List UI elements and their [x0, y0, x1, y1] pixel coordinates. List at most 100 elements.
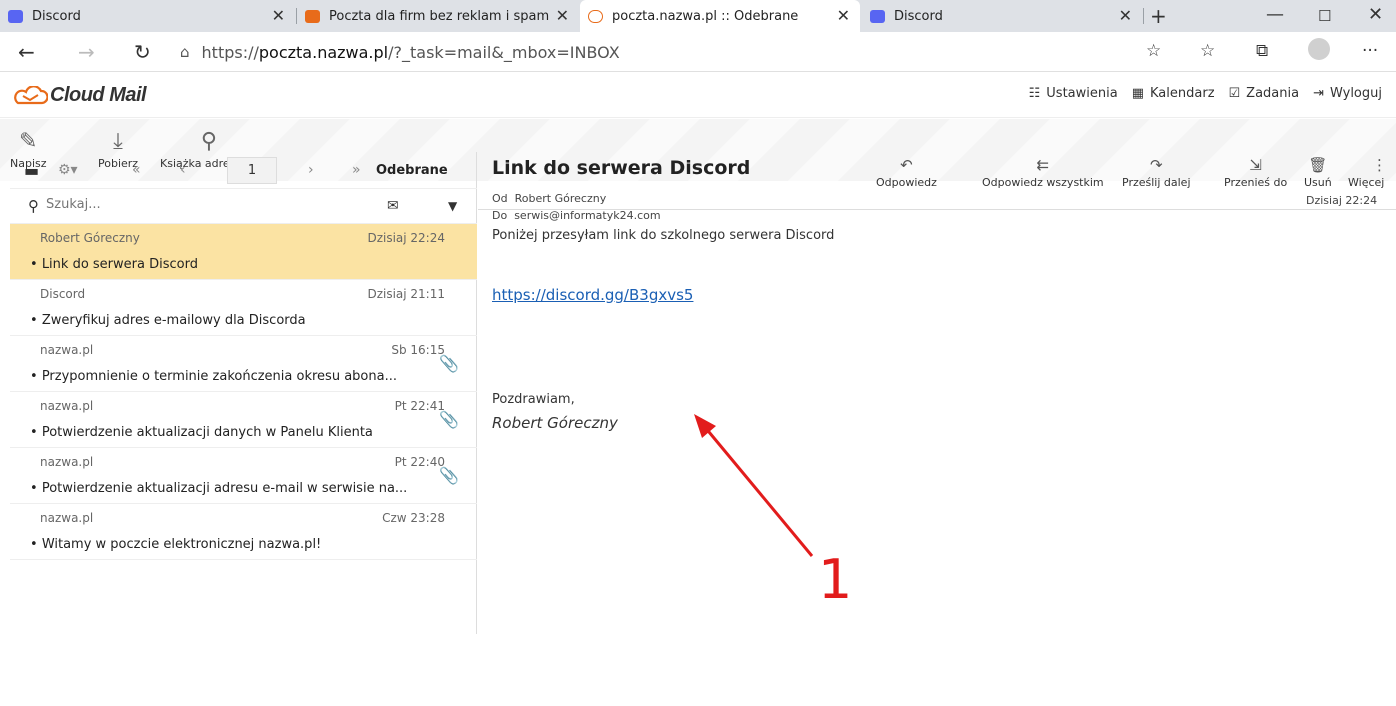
reply-icon: ↶	[900, 156, 913, 174]
tab-title: Discord	[894, 8, 943, 24]
message-row[interactable]: nazwa.pl Sb 16:15 • Przypomnienie o term…	[10, 336, 477, 392]
reply-all-button[interactable]: ⇇ Odpowiedz wszystkim	[982, 156, 1104, 189]
logout-link[interactable]: ⇥ Wyloguj	[1313, 86, 1382, 101]
subject-text: Witamy w poczcie elektronicznej nazwa.pl…	[41, 537, 322, 552]
discord-favicon-icon	[870, 10, 885, 23]
back-icon[interactable]: ←	[18, 40, 35, 64]
delete-button[interactable]: 🗑 Usuń	[1304, 156, 1332, 189]
browser-tab-discord-2[interactable]: Discord ✕	[862, 0, 1142, 32]
tasks-icon: ☑	[1228, 86, 1241, 101]
forward-icon: ↷	[1149, 156, 1163, 174]
calendar-icon: ▦	[1131, 86, 1145, 101]
favorite-star-icon[interactable]: ☆	[1146, 41, 1161, 61]
to-label: Do	[492, 209, 508, 222]
tasks-label: Zadania	[1246, 86, 1300, 101]
profile-avatar-icon[interactable]	[1308, 38, 1330, 60]
message-body-text: Poniżej przesyłam link do szkolnego serw…	[492, 228, 835, 243]
message-list-pane: ▬ ⚙▾ « ‹ 1 › » Odebrane ⚲ ✉ ▼ Robert Gór…	[10, 152, 477, 634]
url-field[interactable]: ⌂ https://poczta.nazwa.pl/?_task=mail&_m…	[180, 38, 1180, 66]
search-icon[interactable]: ⚲	[28, 197, 39, 215]
discord-favicon-icon	[8, 10, 23, 23]
first-page-icon[interactable]: «	[132, 162, 141, 178]
from-line: Od Robert Góreczny	[492, 192, 606, 205]
close-icon[interactable]: ✕	[556, 6, 569, 25]
maximize-icon[interactable]: ☐	[1318, 7, 1331, 25]
cloud-mail-logo[interactable]: Cloud Mail	[14, 84, 147, 107]
message-row[interactable]: Discord Dzisiaj 21:11 • Zweryfikuj adres…	[10, 280, 477, 336]
message-from: Robert Góreczny	[40, 231, 140, 245]
attachment-icon: 📎	[439, 354, 459, 373]
message-date: Czw 23:28	[382, 511, 445, 525]
logout-label: Wyloguj	[1330, 86, 1382, 101]
nazwa-favicon-icon	[305, 10, 320, 23]
page-number[interactable]: 1	[227, 157, 277, 184]
minimize-icon[interactable]: —	[1266, 4, 1284, 25]
attachment-icon: 📎	[439, 410, 459, 429]
to-value[interactable]: serwis@informatyk24.com	[514, 209, 660, 222]
message-subject: • Potwierdzenie aktualizacji adresu e-ma…	[30, 481, 408, 496]
message-row[interactable]: nazwa.pl Pt 22:41 • Potwierdzenie aktual…	[10, 392, 477, 448]
browser-tab-odebrane[interactable]: poczta.nazwa.pl :: Odebrane ✕	[580, 0, 860, 32]
envelope-filter-icon[interactable]: ✉	[387, 198, 399, 214]
message-date: Dzisiaj 22:24	[367, 231, 445, 245]
refresh-icon[interactable]: ↻	[134, 40, 151, 64]
settings-link[interactable]: ☷ Ustawienia	[1029, 86, 1118, 101]
browser-tab-poczta[interactable]: Poczta dla firm bez reklam i spam ✕	[297, 0, 579, 32]
cloud-favicon-icon	[588, 10, 603, 23]
chevron-down-icon[interactable]: ▼	[448, 199, 457, 213]
browser-addressbar: ← → ↻ ⌂ https://poczta.nazwa.pl/?_task=m…	[0, 32, 1396, 72]
reply-all-icon: ⇇	[1036, 156, 1050, 174]
favorites-list-icon[interactable]: ☆	[1200, 41, 1215, 61]
url-path: /?_task=mail&_mbox=INBOX	[388, 42, 620, 62]
message-subject: • Potwierdzenie aktualizacji danych w Pa…	[30, 425, 373, 440]
message-date: Dzisiaj 22:24	[1306, 194, 1378, 207]
message-title: Link do serwera Discord	[492, 157, 751, 179]
discord-invite-link[interactable]: https://discord.gg/B3gxvs5	[492, 286, 693, 304]
message-row[interactable]: Robert Góreczny Dzisiaj 22:24 • Link do …	[10, 224, 477, 280]
message-from: nazwa.pl	[40, 455, 94, 469]
from-value[interactable]: Robert Góreczny	[515, 192, 607, 205]
tasks-link[interactable]: ☑ Zadania	[1229, 86, 1300, 101]
more-button[interactable]: ⋮ Więcej	[1344, 156, 1396, 189]
next-page-icon[interactable]: ›	[308, 162, 314, 178]
list-options-icon[interactable]: ⚙▾	[58, 162, 78, 178]
search-input[interactable]	[46, 197, 346, 212]
lock-icon: ⌂	[180, 43, 190, 61]
message-row[interactable]: nazwa.pl Czw 23:28 • Witamy w poczcie el…	[10, 504, 477, 560]
prev-page-icon[interactable]: ‹	[180, 162, 186, 178]
message-date: Dzisiaj 21:11	[367, 287, 445, 301]
close-icon[interactable]: ✕	[1119, 6, 1132, 25]
window-close-icon[interactable]: ✕	[1368, 4, 1383, 25]
move-button[interactable]: ⇲ Przenieś do	[1224, 156, 1287, 189]
more-options-icon[interactable]: ···	[1362, 41, 1378, 61]
folder-name: Odebrane	[376, 162, 448, 178]
move-to-icon: ⇲	[1249, 156, 1262, 174]
calendar-label: Kalendarz	[1150, 86, 1215, 101]
tab-title: Discord	[32, 8, 81, 24]
last-page-icon[interactable]: »	[352, 162, 361, 178]
forward-button[interactable]: ↷ Prześlij dalej	[1122, 156, 1191, 189]
message-subject: • Link do serwera Discord	[30, 257, 198, 272]
subject-text: Przypomnienie o terminie zakończenia okr…	[41, 369, 397, 384]
forward-label: Prześlij dalej	[1122, 176, 1191, 189]
close-icon[interactable]: ✕	[272, 6, 285, 25]
message-subject: • Przypomnienie o terminie zakończenia o…	[30, 369, 397, 384]
subject-text: Link do serwera Discord	[41, 257, 198, 272]
browser-tab-discord-1[interactable]: Discord ✕	[0, 0, 295, 32]
message-from: nazwa.pl	[40, 511, 94, 525]
calendar-link[interactable]: ▦ Kalendarz	[1132, 86, 1215, 101]
message-from: nazwa.pl	[40, 343, 94, 357]
subject-text: Potwierdzenie aktualizacji adresu e-mail…	[41, 481, 408, 496]
new-tab-icon[interactable]: +	[1150, 4, 1167, 28]
reply-all-label: Odpowiedz wszystkim	[982, 176, 1104, 189]
message-row[interactable]: nazwa.pl Pt 22:40 • Potwierdzenie aktual…	[10, 448, 477, 504]
forward-icon[interactable]: →	[78, 40, 95, 64]
url-host: poczta.nazwa.pl	[258, 42, 389, 62]
reply-button[interactable]: ↶ Odpowiedz	[876, 156, 937, 189]
collections-icon[interactable]: ⧉	[1256, 41, 1268, 61]
folder-icon[interactable]: ▬	[24, 161, 39, 180]
cloud-logo-icon	[14, 85, 48, 104]
message-date: Pt 22:41	[394, 399, 445, 413]
message-from: nazwa.pl	[40, 399, 94, 413]
close-icon[interactable]: ✕	[837, 6, 850, 25]
